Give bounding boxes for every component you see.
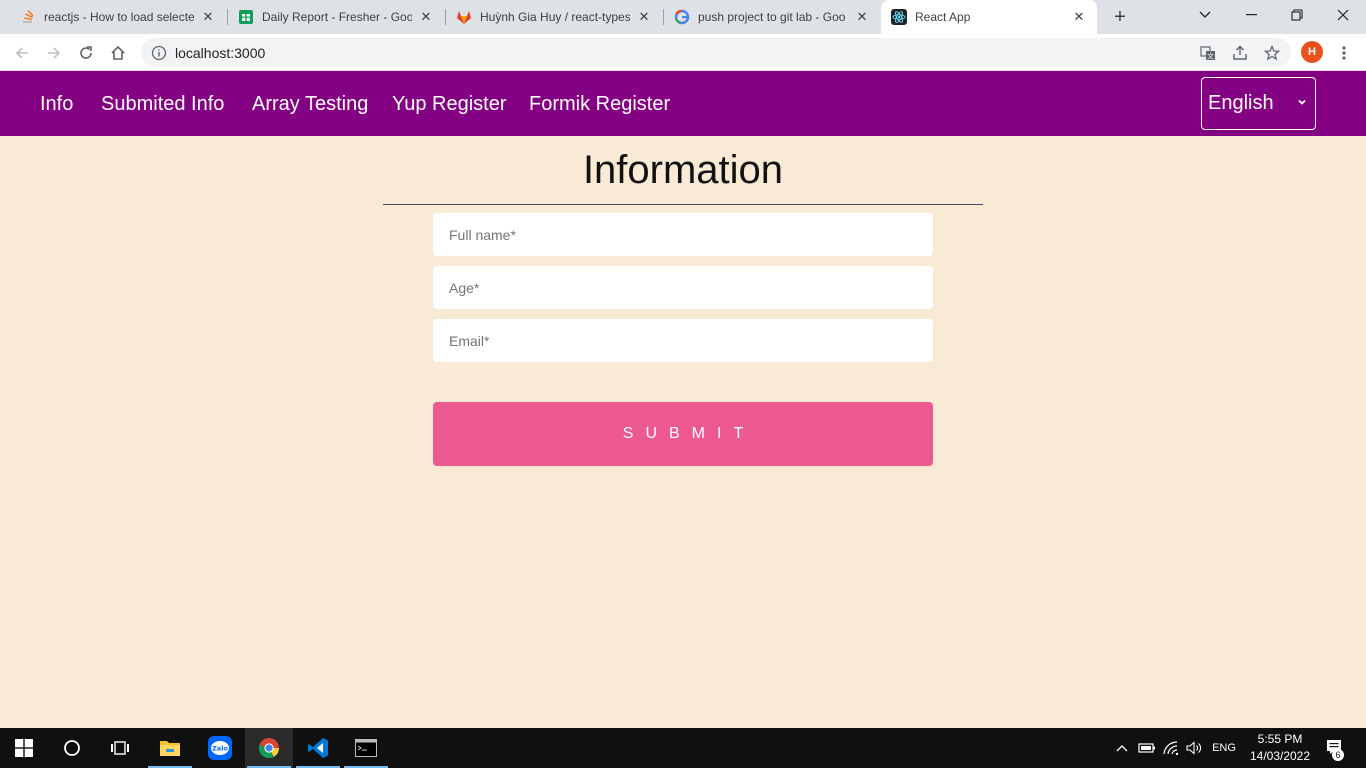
browser-menu-button[interactable] <box>1331 40 1357 66</box>
tab-title: React App <box>915 10 971 24</box>
battery-status[interactable] <box>1136 728 1158 768</box>
browser-tab-strip: reactjs - How to load selected ✕ Daily R… <box>0 0 1366 34</box>
info-icon[interactable] <box>151 45 167 61</box>
browser-tab-stackoverflow[interactable]: reactjs - How to load selected ✕ <box>10 0 226 34</box>
notification-count-badge: 6 <box>1332 749 1344 761</box>
react-icon <box>891 9 907 25</box>
arrow-left-icon <box>15 47 28 59</box>
zalo-icon: Zalo <box>208 736 232 760</box>
chevron-up-icon <box>1116 745 1128 752</box>
battery-icon <box>1138 743 1155 753</box>
email-input[interactable] <box>433 319 933 362</box>
windows-taskbar: Zalo ENG 5:55 PM 14/03/2022 6 <box>0 728 1366 768</box>
stackoverflow-icon <box>20 9 36 25</box>
folder-icon <box>160 741 180 756</box>
close-icon[interactable]: ✕ <box>1071 9 1087 25</box>
taskbar-file-explorer[interactable] <box>146 728 194 768</box>
age-input[interactable] <box>433 266 933 309</box>
tab-search-button[interactable] <box>1182 0 1228 30</box>
browser-tab-google-search[interactable]: push project to git lab - Goo ✕ <box>664 0 880 34</box>
minimize-button[interactable] <box>1228 0 1274 30</box>
close-icon <box>1337 9 1349 21</box>
taskbar-vscode[interactable] <box>294 728 342 768</box>
taskbar-chrome[interactable] <box>245 728 293 768</box>
input-language[interactable]: ENG <box>1207 728 1241 768</box>
action-center-button[interactable]: 6 <box>1320 728 1350 768</box>
page-title: Information <box>582 148 784 192</box>
speaker-icon <box>1186 741 1201 755</box>
share-icon <box>1233 45 1247 60</box>
nav-link-formik-register[interactable]: Formik Register <box>529 93 670 116</box>
arrow-right-icon <box>48 47 61 59</box>
translate-button[interactable]: 文 <box>1195 40 1221 66</box>
url-text: localhost:3000 <box>175 44 266 61</box>
wifi-icon <box>1163 741 1179 755</box>
gitlab-icon <box>456 9 472 25</box>
clock-time: 5:55 PM <box>1257 732 1303 746</box>
tab-title: Daily Report - Fresher - Goog <box>262 10 412 24</box>
fullname-input[interactable] <box>433 213 933 256</box>
chrome-icon <box>258 738 280 759</box>
browser-tab-react-app[interactable]: React App ✕ <box>881 0 1097 34</box>
address-bar[interactable]: localhost:3000 <box>141 38 1291 67</box>
close-icon[interactable]: ✕ <box>200 9 216 25</box>
taskbar-terminal[interactable] <box>342 728 390 768</box>
home-button[interactable] <box>105 40 131 66</box>
reload-button[interactable] <box>73 40 99 66</box>
svg-text:文: 文 <box>1207 52 1214 61</box>
vscode-icon <box>308 738 328 758</box>
show-hidden-icons-button[interactable] <box>1112 728 1132 768</box>
language-select-value: English <box>1208 92 1274 114</box>
restore-button[interactable] <box>1274 0 1320 30</box>
cortana-icon <box>64 740 80 756</box>
terminal-icon <box>355 739 377 757</box>
close-icon[interactable]: ✕ <box>854 9 870 25</box>
tab-title: reactjs - How to load selected <box>44 10 194 24</box>
reload-icon <box>80 46 92 59</box>
chevron-down-icon <box>1298 99 1306 105</box>
more-vertical-icon <box>1342 46 1346 60</box>
home-icon <box>111 45 125 60</box>
translate-icon: 文 <box>1200 46 1215 61</box>
volume-status[interactable] <box>1184 728 1204 768</box>
restore-icon <box>1291 9 1303 21</box>
task-view-button[interactable] <box>96 728 144 768</box>
bookmark-button[interactable] <box>1259 40 1285 66</box>
profile-avatar[interactable]: H <box>1301 41 1323 63</box>
google-icon <box>674 9 690 25</box>
chevron-down-icon <box>1199 11 1211 18</box>
nav-link-submited-info[interactable]: Submited Info <box>101 93 224 116</box>
tab-title: Huỳnh Gia Huy / react-types <box>480 10 630 24</box>
windows-logo-icon <box>15 739 33 757</box>
browser-tab-daily-report[interactable]: Daily Report - Fresher - Goog ✕ <box>228 0 444 34</box>
minimize-icon <box>1245 14 1257 16</box>
tab-title: push project to git lab - Goo <box>698 10 846 24</box>
language-select[interactable]: English <box>1201 77 1316 130</box>
search-button[interactable] <box>48 728 96 768</box>
svg-text:Zalo: Zalo <box>212 745 228 753</box>
app-navbar: Info Submited Info Array Testing Yup Reg… <box>0 71 1366 136</box>
title-divider <box>383 204 983 205</box>
nav-link-info[interactable]: Info <box>40 93 73 116</box>
nav-link-array-testing[interactable]: Array Testing <box>252 93 368 116</box>
start-button[interactable] <box>0 728 48 768</box>
task-view-icon <box>111 741 129 755</box>
browser-tab-gitlab[interactable]: Huỳnh Gia Huy / react-types ✕ <box>446 0 662 34</box>
system-clock[interactable]: 5:55 PM 14/03/2022 <box>1240 731 1320 765</box>
google-sheets-icon <box>238 9 254 25</box>
submit-button[interactable]: SUBMIT <box>433 402 933 466</box>
clock-date: 14/03/2022 <box>1249 749 1311 763</box>
taskbar-zalo[interactable]: Zalo <box>196 728 244 768</box>
browser-toolbar: localhost:3000 文 H <box>0 34 1366 71</box>
close-window-button[interactable] <box>1320 0 1366 30</box>
star-icon <box>1264 45 1280 61</box>
nav-link-yup-register[interactable]: Yup Register <box>392 93 507 116</box>
back-button[interactable] <box>9 40 35 66</box>
forward-button[interactable] <box>41 40 67 66</box>
close-icon[interactable]: ✕ <box>418 9 434 25</box>
close-icon[interactable]: ✕ <box>636 9 652 25</box>
new-tab-button[interactable]: + <box>1108 5 1132 29</box>
network-status[interactable] <box>1161 728 1183 768</box>
share-button[interactable] <box>1227 40 1253 66</box>
